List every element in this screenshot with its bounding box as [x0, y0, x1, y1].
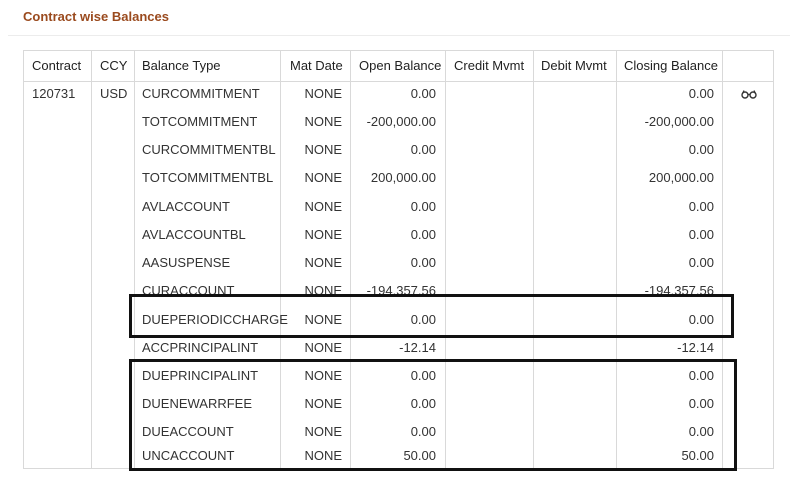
open-balance-cell: -12.14: [399, 340, 436, 355]
header-ccy[interactable]: CCY: [100, 51, 127, 81]
mat-date-cell: NONE: [304, 170, 342, 185]
closing-balance-cell: 200,000.00: [648, 170, 714, 185]
header-closing-balance[interactable]: Closing Balance: [624, 51, 718, 81]
closing-balance-cell: -200,000.00: [644, 114, 714, 129]
open-balance-cell: 0.00: [410, 255, 436, 270]
header-debit-mvmt[interactable]: Debit Mvmt: [541, 51, 607, 81]
balance-type-cell: CURCOMMITMENT: [142, 86, 260, 101]
title-divider: [8, 35, 790, 36]
balance-type-cell: ACCPRINCIPALINT: [142, 340, 259, 355]
balance-type-cell: AVLACCOUNT: [142, 199, 230, 214]
balance-type-cell: CURCOMMITMENTBL: [142, 142, 276, 157]
header-mat-date[interactable]: Mat Date: [290, 51, 343, 81]
closing-balance-cell: 0.00: [688, 227, 714, 242]
balance-type-cell: TOTCOMMITMENT: [142, 114, 258, 129]
balance-type-cell: TOTCOMMITMENTBL: [142, 170, 274, 185]
closing-balance-cell: 0.00: [688, 142, 714, 157]
mat-date-cell: NONE: [304, 227, 342, 242]
mat-date-cell: NONE: [304, 340, 342, 355]
open-balance-cell: 0.00: [410, 199, 436, 214]
header-contract[interactable]: Contract: [32, 51, 81, 81]
highlight-box-periodic-charge: [129, 294, 734, 338]
mat-date-cell: NONE: [304, 199, 342, 214]
open-balance-cell: -200,000.00: [366, 114, 436, 129]
header-open-balance[interactable]: Open Balance: [359, 51, 441, 81]
closing-balance-cell: 0.00: [688, 199, 714, 214]
contract-number: 120731: [32, 86, 76, 101]
header-divider: [24, 81, 773, 82]
open-balance-cell: 0.00: [410, 86, 436, 101]
open-balance-cell: 0.00: [410, 227, 436, 242]
open-balance-cell: 0.00: [410, 142, 436, 157]
section-title: Contract wise Balances: [23, 9, 169, 24]
mat-date-cell: NONE: [304, 142, 342, 157]
currency-code: USD: [100, 86, 128, 101]
glasses-icon[interactable]: [741, 87, 757, 101]
column-divider: [91, 51, 92, 468]
mat-date-cell: NONE: [304, 114, 342, 129]
open-balance-cell: 200,000.00: [370, 170, 436, 185]
highlight-box-due-balances: [129, 359, 737, 471]
header-balance-type[interactable]: Balance Type: [142, 51, 221, 81]
closing-balance-cell: 0.00: [688, 255, 714, 270]
mat-date-cell: NONE: [304, 255, 342, 270]
header-credit-mvmt[interactable]: Credit Mvmt: [454, 51, 524, 81]
balance-type-cell: AVLACCOUNTBL: [142, 227, 246, 242]
closing-balance-cell: -12.14: [677, 340, 714, 355]
balance-type-cell: AASUSPENSE: [142, 255, 231, 270]
closing-balance-cell: 0.00: [688, 86, 714, 101]
mat-date-cell: NONE: [304, 86, 342, 101]
